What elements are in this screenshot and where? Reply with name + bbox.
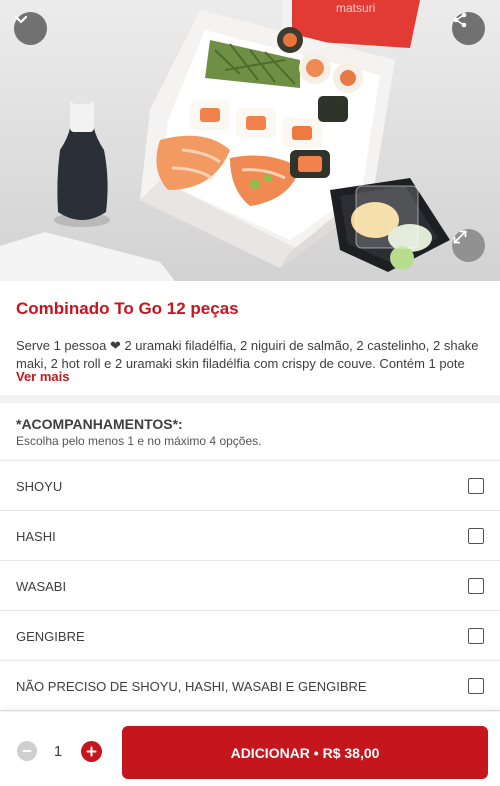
share-icon	[453, 12, 467, 28]
option-list: SHOYU HASHI WASABI GENGIBRE NÃO PRECISO …	[0, 461, 500, 711]
quantity-value: 1	[53, 743, 63, 760]
minus-icon	[22, 750, 32, 752]
option-label: WASABI	[16, 579, 67, 594]
option-wasabi[interactable]: WASABI	[0, 561, 500, 611]
add-to-cart-button[interactable]: ADICIONAR • R$ 38,00	[122, 726, 488, 779]
section-divider	[0, 395, 500, 403]
collapse-button[interactable]	[14, 12, 47, 45]
product-image: matsuri	[0, 0, 500, 281]
option-none[interactable]: NÃO PRECISO DE SHOYU, HASHI, WASABI E GE…	[0, 661, 500, 711]
option-group-subtitle: Escolha pelo menos 1 e no máximo 4 opçõe…	[16, 434, 262, 448]
checkbox[interactable]	[468, 678, 484, 694]
option-label: SHOYU	[16, 479, 63, 494]
chevron-down-icon	[14, 15, 28, 24]
checkbox[interactable]	[468, 628, 484, 644]
option-shoyu[interactable]: SHOYU	[0, 461, 500, 511]
add-to-cart-bar: 1 ADICIONAR • R$ 38,00	[0, 712, 500, 786]
option-group-header: *ACOMPANHAMENTOS*: Escolha pelo menos 1 …	[0, 403, 500, 461]
option-hashi[interactable]: HASHI	[0, 511, 500, 561]
checkbox[interactable]	[468, 578, 484, 594]
share-button[interactable]	[452, 12, 485, 45]
plus-icon	[86, 746, 97, 757]
expand-image-button[interactable]	[452, 229, 485, 262]
checkbox[interactable]	[468, 478, 484, 494]
see-more-link[interactable]: Ver mais	[16, 369, 70, 384]
option-label: NÃO PRECISO DE SHOYU, HASHI, WASABI E GE…	[16, 679, 367, 694]
expand-icon	[453, 230, 467, 244]
package-brand-text: matsuri	[336, 1, 375, 15]
option-label: HASHI	[16, 529, 56, 544]
increase-quantity-button[interactable]	[81, 741, 102, 762]
product-title: Combinado To Go 12 peças	[16, 299, 239, 318]
sushi-box-illustration: matsuri	[0, 0, 500, 281]
option-gengibre[interactable]: GENGIBRE	[0, 611, 500, 661]
decrease-quantity-button[interactable]	[17, 741, 37, 761]
product-info: Combinado To Go 12 peças Serve 1 pessoa …	[0, 281, 500, 395]
option-group-title: *ACOMPANHAMENTOS*:	[16, 416, 183, 432]
checkbox[interactable]	[468, 528, 484, 544]
option-label: GENGIBRE	[16, 629, 85, 644]
product-description: Serve 1 pessoa ❤ 2 uramaki filadélfia, 2…	[16, 338, 479, 371]
